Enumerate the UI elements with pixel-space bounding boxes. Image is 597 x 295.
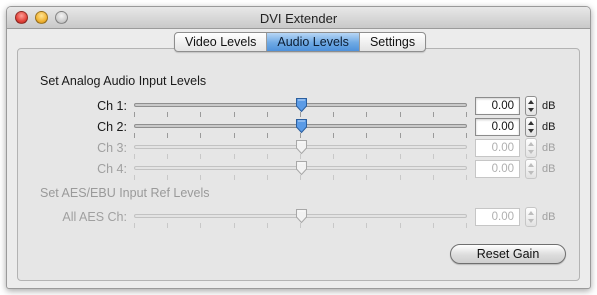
stepper-down-icon (528, 150, 534, 154)
unit-label: dB (542, 163, 556, 175)
slider-tick (366, 223, 367, 228)
slider-tick (200, 112, 201, 117)
slider-tick (234, 175, 235, 180)
slider-tick (234, 154, 235, 159)
slider-tick (400, 175, 401, 180)
slider-tick (234, 112, 235, 117)
level-stepper (525, 207, 537, 227)
slider-tick (200, 175, 201, 180)
level-stepper[interactable] (525, 117, 537, 137)
slider-tick (267, 133, 268, 138)
slider-tick (234, 223, 235, 228)
slider-tick (333, 112, 334, 117)
slider-tick (134, 175, 135, 180)
level-value-field: 0.00 (475, 160, 520, 178)
channel-label: Ch 2: (97, 120, 127, 134)
slider-tick (366, 112, 367, 117)
level-slider-knob[interactable] (295, 118, 308, 134)
level-stepper (525, 138, 537, 158)
level-slider-knob (295, 208, 308, 224)
stepper-down-icon (528, 171, 534, 175)
slider-tick (333, 133, 334, 138)
level-value-field[interactable]: 0.00 (475, 118, 520, 136)
level-value-field: 0.00 (475, 208, 520, 226)
level-stepper[interactable] (525, 96, 537, 116)
slider-tick (433, 133, 434, 138)
slider-tick (366, 133, 367, 138)
level-value-field[interactable]: 0.00 (475, 97, 520, 115)
title-bar[interactable]: DVI Extender (7, 7, 590, 29)
slider-tick (400, 223, 401, 228)
level-slider-knob (295, 139, 308, 155)
slider-tick (333, 154, 334, 159)
slider-tick (134, 133, 135, 138)
channel-label: Ch 4: (97, 162, 127, 176)
slider-tick (267, 175, 268, 180)
slider-tick (433, 154, 434, 159)
stepper-up-icon[interactable] (528, 100, 534, 104)
stepper-up-icon (528, 163, 534, 167)
stepper-up-icon (528, 211, 534, 215)
slider-tick (433, 112, 434, 117)
slider-tick (400, 112, 401, 117)
channel-row-1: Ch 1: 0.00 dB (0, 96, 597, 119)
slider-tick (466, 154, 467, 159)
channel-label: All AES Ch: (62, 210, 127, 224)
slider-tick (200, 133, 201, 138)
channel-label: Ch 1: (97, 99, 127, 113)
slider-tick (200, 154, 201, 159)
slider-tick (366, 175, 367, 180)
slider-tick (466, 175, 467, 180)
tab-settings[interactable]: Settings (358, 33, 425, 51)
window-title: DVI Extender (259, 11, 338, 26)
slider-tick (134, 112, 135, 117)
stepper-up-icon (528, 142, 534, 146)
stepper-down-icon[interactable] (528, 108, 534, 112)
unit-label: dB (542, 100, 556, 112)
slider-tick (234, 133, 235, 138)
slider-tick (200, 223, 201, 228)
reset-gain-button[interactable]: Reset Gain (450, 244, 566, 264)
slider-tick (466, 223, 467, 228)
level-stepper (525, 159, 537, 179)
slider-tick (333, 175, 334, 180)
slider-tick (267, 223, 268, 228)
stepper-down-icon[interactable] (528, 129, 534, 133)
channel-row-4: Ch 4: 0.00 dB (0, 159, 597, 182)
level-slider-knob[interactable] (295, 97, 308, 113)
slider-tick (333, 223, 334, 228)
slider-tick (167, 112, 168, 117)
stepper-down-icon (528, 219, 534, 223)
tab-audio-levels[interactable]: Audio Levels (266, 33, 359, 51)
tab-bar: Video Levels Audio Levels Settings (174, 32, 427, 52)
tab-video-levels[interactable]: Video Levels (175, 33, 266, 51)
slider-tick (134, 154, 135, 159)
slider-tick (167, 133, 168, 138)
slider-tick (466, 112, 467, 117)
slider-tick (167, 175, 168, 180)
slider-tick (400, 154, 401, 159)
channel-row-3: Ch 3: 0.00 dB (0, 138, 597, 161)
channel-label: Ch 3: (97, 141, 127, 155)
unit-label: dB (542, 121, 556, 133)
slider-tick (134, 223, 135, 228)
aes-section-title: Set AES/EBU Input Ref Levels (40, 186, 210, 200)
slider-tick (167, 223, 168, 228)
aes-channel-row: All AES Ch: 0.00 dB (0, 207, 597, 230)
unit-label: dB (542, 211, 556, 223)
slider-tick (167, 154, 168, 159)
slider-tick (400, 133, 401, 138)
slider-tick (267, 154, 268, 159)
slider-tick (433, 223, 434, 228)
channel-row-2: Ch 2: 0.00 dB (0, 117, 597, 140)
slider-tick (267, 112, 268, 117)
slider-tick (433, 175, 434, 180)
level-slider-knob (295, 160, 308, 176)
unit-label: dB (542, 142, 556, 154)
stepper-up-icon[interactable] (528, 121, 534, 125)
level-value-field: 0.00 (475, 139, 520, 157)
analog-section-title: Set Analog Audio Input Levels (40, 74, 207, 88)
slider-tick (366, 154, 367, 159)
slider-tick (466, 133, 467, 138)
